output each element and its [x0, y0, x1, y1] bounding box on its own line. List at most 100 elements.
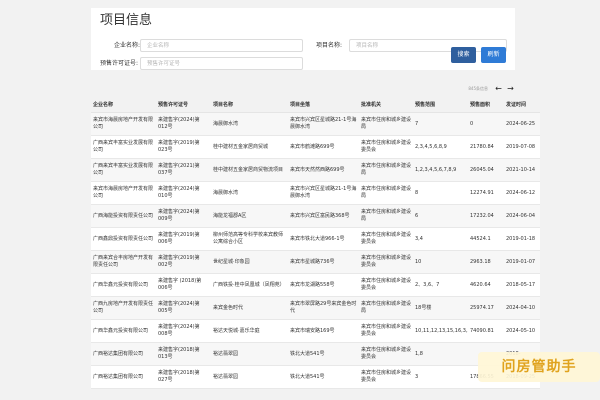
table-cell: 来建售字(2024)第008号	[156, 319, 211, 343]
table-row[interactable]: 来宾市海晨房地产开发有限公司 来建售字(2024)第012号 海晨御水湾 来宾市兴宾区…	[91, 112, 540, 136]
table-row[interactable]: 广西华鑫元投资有限公司 来建售字(2024)第008号 裕达天悦城·嘉乐华庭 来宾市瑞…	[91, 319, 540, 343]
page-title: 项目信息	[100, 13, 153, 28]
table-cell: 广西来宾丰富实业发展有限公司	[91, 158, 156, 182]
table-cell: 来宾市翠屏路29号来宾金色时代	[288, 296, 359, 320]
table-cell: 桂中建材五金家居商贸城	[211, 135, 288, 159]
table-cell: 3,4	[413, 227, 468, 251]
table-cell: 来建售字(2024)第009号	[156, 204, 211, 228]
table-row[interactable]: 广西裕达集团有限公司 来建售字(2018)第027号 裕达翡翠园 铁北大道541号 来宾…	[91, 365, 540, 389]
table-cell: 来宾市住房和城乡建设委员会	[359, 342, 413, 366]
table-cell: 2019-01-18	[504, 227, 540, 251]
table-cell: 广西铁投·桂中凤凰城（凤翔苑）	[211, 273, 288, 297]
page: 项目信息 企业名称: 项目名称: 预售许可证号: 搜索 刷新 845条信息 ← …	[0, 0, 600, 400]
table-cell: 6	[413, 204, 468, 228]
table-cell: 8	[413, 181, 468, 205]
column-header: 项目名称	[211, 98, 288, 113]
table-cell: 7	[413, 112, 468, 136]
table-cell: 12274.91	[468, 181, 504, 205]
permit-input[interactable]	[140, 57, 303, 70]
table-cell: 海晨御水湾	[211, 112, 288, 136]
table-cell: 10	[413, 250, 468, 274]
table-cell: 裕达翡翠园	[211, 365, 288, 389]
table-cell: 2024-06-12	[504, 181, 540, 205]
table-cell: 来宾市鹤滩路699号	[288, 135, 359, 159]
table-cell: 2021-10-14	[504, 158, 540, 182]
results-area: 845条信息 ← → 企业名称 预售许可证号 项目名称 项目坐落 批准机关 预售范围 预售面…	[91, 78, 540, 400]
table-cell: 来宾市兴宾区富民路368号	[288, 204, 359, 228]
table-cell: 广西来宾丰富实业发展有限公司	[91, 135, 156, 159]
column-header: 预售范围	[413, 98, 468, 113]
table-cell: 2,3,4,5,6,8,9	[413, 135, 468, 159]
table-cell: 2024-05-10	[504, 319, 540, 343]
search-panel: 项目信息 企业名称: 项目名称: 预售许可证号: 搜索 刷新	[91, 8, 515, 70]
table-cell: 2024-04-10	[504, 296, 540, 320]
table-cell: 来建售字(2024)第012号	[156, 112, 211, 136]
table-cell: 来宾金色时代	[211, 296, 288, 320]
table-row[interactable]: 来宾市海晨房地产开发有限公司 来建售字(2024)第010号 海晨御水湾 来宾市兴宾区…	[91, 181, 540, 205]
table-row[interactable]: 广西来宾合丰房地产开发有限责任公司 来建售字(2019)第002号 世纪星城·印象园…	[91, 250, 540, 274]
table-cell: 1,8	[413, 342, 468, 366]
table-cell: 来建售字(2019)第023号	[156, 135, 211, 159]
table-cell: 来宾市住房和城乡建设委员会	[359, 135, 413, 159]
table-cell: 来宾市星城路736号	[288, 250, 359, 274]
table-cell: 来宾市住房和城乡建设委员会	[359, 227, 413, 251]
table-cell: 桂中建材五金家居商贸物流项目	[211, 158, 288, 182]
table-cell: 21780.84	[468, 135, 504, 159]
table-cell: 海晨御水湾	[211, 181, 288, 205]
project-table: 企业名称 预售许可证号 项目名称 项目坐落 批准机关 预售范围 预售面积 发证时间 来宾市海晨…	[91, 98, 540, 389]
table-cell: 来宾市海晨房地产开发有限公司	[91, 112, 156, 136]
table-cell: 0	[468, 112, 504, 136]
permit-label: 预售许可证号:	[100, 60, 139, 67]
table-cell: 来宾市瑞安路169号	[288, 319, 359, 343]
table-row[interactable]: 广西鑫鼎投资有限责任公司 来建售字(2019)第006号 柳州师范高等专科学校来宾教…	[91, 227, 540, 251]
table-cell: 广西裕达集团有限公司	[91, 342, 156, 366]
table-cell: 铁北大道541号	[288, 342, 359, 366]
table-cell: 18号楼	[413, 296, 468, 320]
watermark: 问房管助手	[478, 352, 600, 382]
table-cell: 广西海能投资有限责任公司	[91, 204, 156, 228]
table-cell: 2019-07-08	[504, 135, 540, 159]
table-cell: 广西九房地产开发有限责任公司	[91, 296, 156, 320]
table-cell: 广西来宾合丰房地产开发有限责任公司	[91, 250, 156, 274]
table-cell: 来建售字 (2018)第006号	[156, 273, 211, 297]
table-cell: 74090.81	[468, 319, 504, 343]
table-cell: 2024-06-25	[504, 112, 540, 136]
arrow-left-icon[interactable]: ←	[494, 84, 503, 93]
table-cell: 2、3,6、7	[413, 273, 468, 297]
table-cell: 4620.64	[468, 273, 504, 297]
reset-button[interactable]: 刷新	[481, 47, 506, 63]
search-button[interactable]: 搜索	[451, 47, 476, 63]
table-row[interactable]: 广西裕达集团有限公司 来建售字(2018)第013号 裕达翡翠园 铁北大道541号 来宾…	[91, 342, 540, 366]
table-cell: 柳州师范高等专科学校来宾教师公寓综合小区	[211, 227, 288, 251]
table-row[interactable]: 广西九房地产开发有限责任公司 来建售字(2024)第005号 来宾金色时代 来宾市翠屏…	[91, 296, 540, 320]
table-cell: 来建售字(2019)第006号	[156, 227, 211, 251]
table-cell: 25974.17	[468, 296, 504, 320]
table-cell: 来宾市住房和城乡建设局	[359, 204, 413, 228]
table-cell: 44524.1	[468, 227, 504, 251]
table-cell: 来宾市住房和城乡建设委员会	[359, 365, 413, 389]
company-input[interactable]	[140, 39, 303, 52]
table-cell: 来建售字(2024)第005号	[156, 296, 211, 320]
arrow-right-icon[interactable]: →	[506, 84, 515, 93]
table-row[interactable]: 广西来宾丰富实业发展有限公司 来建售字(2019)第023号 桂中建材五金家居商贸城…	[91, 135, 540, 159]
table-cell: 铁北大道541号	[288, 365, 359, 389]
column-header: 批准机关	[359, 98, 413, 113]
table-row[interactable]: 广西来宾丰富实业发展有限公司 来建售字(2021)第037号 桂中建材五金家居商贸物…	[91, 158, 540, 182]
table-cell: 广西裕达集团有限公司	[91, 365, 156, 389]
table-cell: 来宾市住房和城乡建设局	[359, 181, 413, 205]
column-header: 预售许可证号	[156, 98, 211, 113]
table-cell: 来宾市海晨房地产开发有限公司	[91, 181, 156, 205]
project-label: 项目名称:	[316, 42, 343, 49]
table-cell: 世纪星城·印象园	[211, 250, 288, 274]
table-cell: 来宾市兴宾区星城路21-1号海晨御水湾	[288, 112, 359, 136]
table-cell: 2024-06-04	[504, 204, 540, 228]
table-row[interactable]: 广西海能投资有限责任公司 来建售字(2024)第009号 海能龙福郡A区 来宾市兴宾区…	[91, 204, 540, 228]
table-row[interactable]: 广西华鑫元投资有限公司 来建售字 (2018)第006号 广西铁投·桂中凤凰城（凤翔…	[91, 273, 540, 297]
table-cell: 来宾市铁北大道966-1号	[288, 227, 359, 251]
table-cell: 来宾市兴宾区星城路21-1号海晨御水湾	[288, 181, 359, 205]
column-header: 企业名称	[91, 98, 156, 113]
table-cell: 来宾市住房和城乡建设委员会	[359, 319, 413, 343]
table-cell: 来宾市住房和城乡建设局	[359, 158, 413, 182]
table-cell: 1,2,3,4,5,6,7,8,9	[413, 158, 468, 182]
table-cell: 裕达翡翠园	[211, 342, 288, 366]
